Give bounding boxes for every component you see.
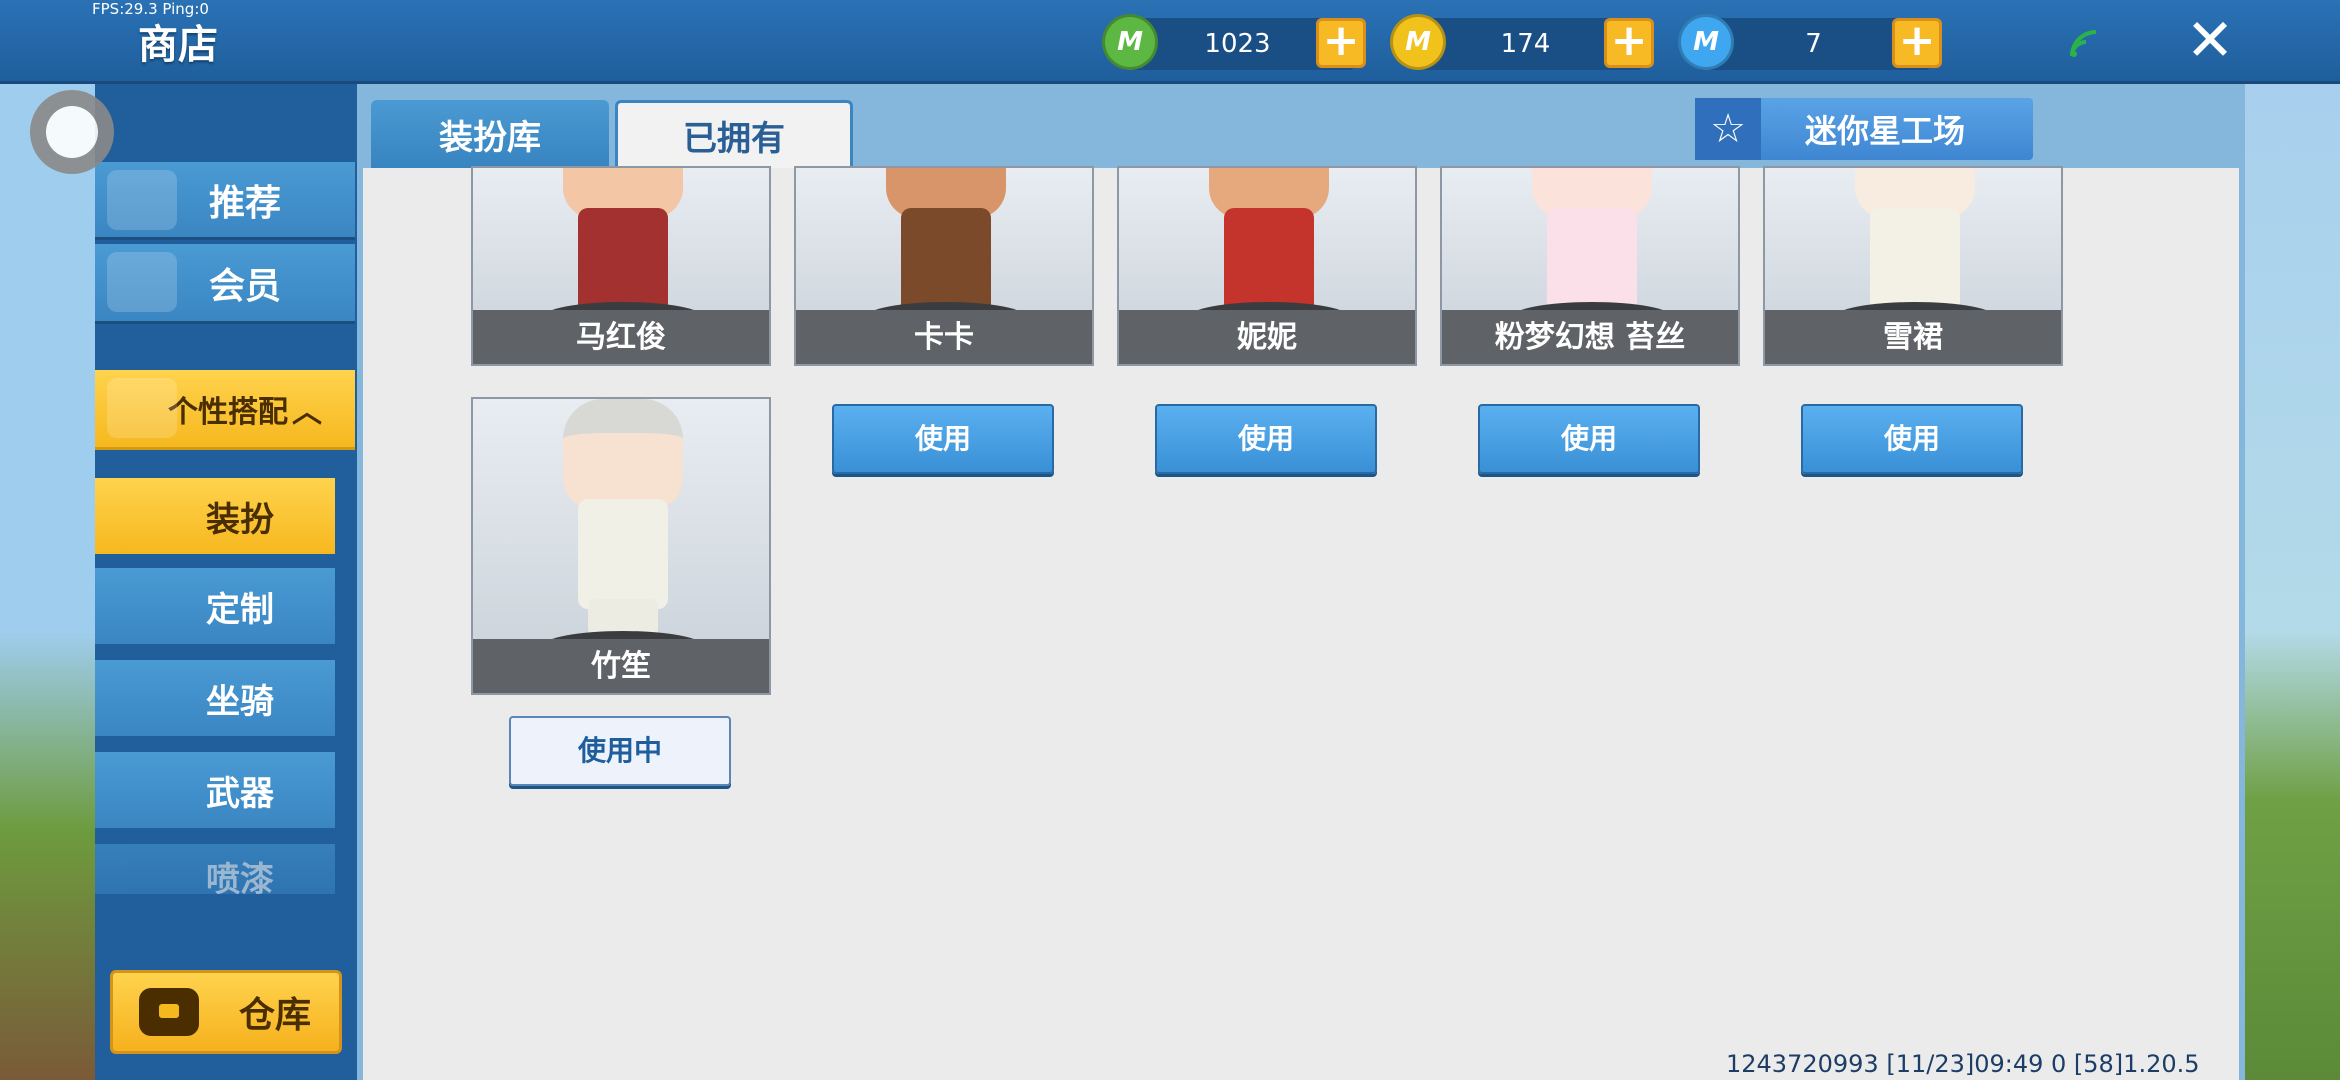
skin-name: 妮妮 — [1119, 310, 1415, 364]
skin-grid: 马红俊使用卡卡使用妮妮使用粉梦幻想 苔丝使用雪裙使用竹笙使用中 — [363, 166, 2239, 1080]
chest-icon — [139, 988, 199, 1036]
chevron-up-icon: ︿ — [292, 394, 322, 430]
skin-card[interactable]: 妮妮 — [1117, 166, 1417, 366]
sidebar-item-label: 装扮 — [206, 499, 274, 540]
member-badge-icon — [107, 252, 177, 312]
sidebar-item-member[interactable]: 会员 — [95, 244, 355, 324]
skin-card[interactable]: 卡卡 — [794, 166, 1094, 366]
skin-card[interactable]: 马红俊 — [471, 166, 771, 366]
sidebar: 推荐 会员 个性搭配 ︿ 装扮 定制 坐骑 武器 喷漆 — [95, 84, 357, 1080]
scenery-right — [2245, 84, 2340, 1080]
skin-name: 卡卡 — [796, 310, 1092, 364]
skin-name: 竹笙 — [473, 639, 769, 693]
in-use-button[interactable]: 使用中 — [509, 716, 731, 786]
sidebar-sub-dressup[interactable]: 装扮 — [95, 478, 335, 554]
star-icon: ☆ — [1695, 98, 1761, 160]
character-head — [563, 399, 683, 509]
build-info: 1243720993 [11/23]09:49 0 [58]1.20.5 — [1726, 1050, 2200, 1078]
use-button[interactable]: 使用 — [1801, 404, 2023, 474]
sidebar-item-label: 武器 — [206, 773, 274, 814]
sidebar-sub-weapon[interactable]: 武器 — [95, 752, 335, 828]
sidebar-sub-custom[interactable]: 定制 — [95, 568, 335, 644]
mini-workshop-label: 迷你星工场 — [1805, 112, 1966, 150]
skin-card[interactable]: 竹笙 — [471, 397, 771, 695]
character-body — [578, 499, 668, 609]
scenery-left — [0, 84, 95, 1080]
signal-icon — [2070, 30, 2097, 57]
use-button[interactable]: 使用 — [832, 404, 1054, 474]
skin-name: 马红俊 — [473, 310, 769, 364]
main-panel: 装扮库 已拥有 ☆ 迷你星工场 马红俊使用 卡卡使用 妮妮使用 粉梦幻想 苔丝使用 雪裙… — [357, 84, 2245, 1080]
sidebar-sub-spray[interactable]: 喷漆 — [95, 844, 335, 894]
tab-owned[interactable]: 已拥有 — [615, 100, 853, 168]
sidebar-item-label: 定制 — [206, 589, 274, 630]
warehouse-button[interactable]: 仓库 — [110, 970, 342, 1054]
character-legs — [588, 599, 658, 635]
add-mini-bean-button[interactable]: + — [1316, 18, 1366, 68]
character-figure — [543, 399, 703, 635]
trophy-icon — [107, 378, 177, 438]
sidebar-item-label: 坐骑 — [206, 681, 274, 722]
sidebar-item-label: 个性搭配 — [168, 394, 288, 430]
warehouse-label: 仓库 — [239, 995, 312, 1036]
page-title: 商店 — [138, 22, 218, 68]
add-mini-coin-button[interactable]: + — [1604, 18, 1654, 68]
top-bar: FPS:29.3 Ping:0 商店 M 1023 + M 174 + M 7 … — [0, 0, 2340, 84]
sidebar-sub-mount[interactable]: 坐骑 — [95, 660, 335, 736]
add-mini-point-button[interactable]: + — [1892, 18, 1942, 68]
sidebar-item-label: 推荐 — [208, 182, 281, 224]
record-floating-button[interactable] — [30, 90, 114, 174]
tab-wardrobe[interactable]: 装扮库 — [371, 100, 609, 168]
mini-workshop-button[interactable]: ☆ 迷你星工场 — [1695, 98, 2033, 160]
sidebar-item-label: 会员 — [208, 265, 281, 307]
skin-card[interactable]: 粉梦幻想 苔丝 — [1440, 166, 1740, 366]
close-icon[interactable]: ✕ — [2180, 10, 2240, 70]
sidebar-item-outfit-group[interactable]: 个性搭配 ︿ — [95, 370, 355, 450]
use-button[interactable]: 使用 — [1155, 404, 1377, 474]
sidebar-item-recommend[interactable]: 推荐 — [95, 162, 355, 240]
use-button[interactable]: 使用 — [1478, 404, 1700, 474]
skin-card[interactable]: 雪裙 — [1763, 166, 2063, 366]
thumbs-up-icon — [107, 170, 177, 230]
sidebar-item-label: 喷漆 — [206, 860, 274, 894]
skin-name: 雪裙 — [1765, 310, 2061, 364]
skin-name: 粉梦幻想 苔丝 — [1442, 310, 1738, 364]
